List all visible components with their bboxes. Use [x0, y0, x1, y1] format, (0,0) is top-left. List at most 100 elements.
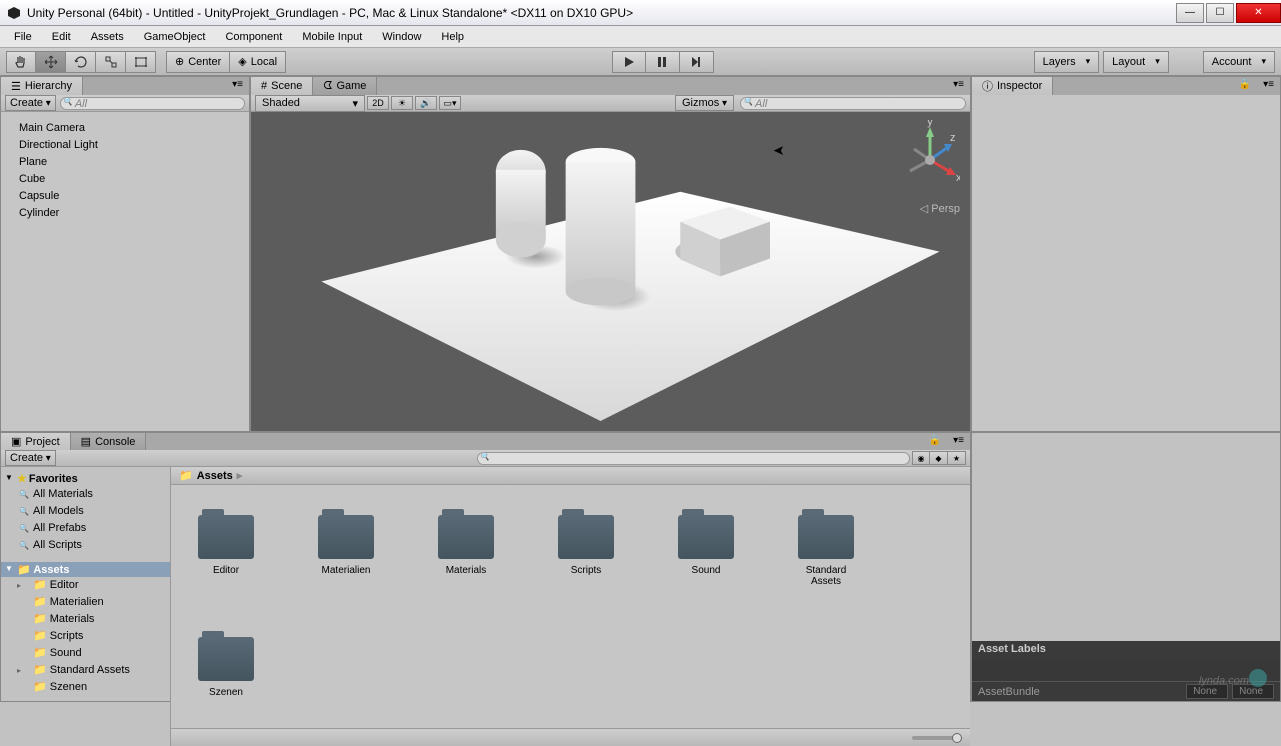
perspective-label[interactable]: ◁ Persp	[920, 202, 960, 215]
hierarchy-search[interactable]: All	[60, 97, 245, 110]
inspector-tab[interactable]: ⓘInspector	[972, 77, 1053, 95]
menu-edit[interactable]: Edit	[42, 28, 81, 46]
hierarchy-tab[interactable]: ☰Hierarchy	[1, 77, 83, 95]
assetbundle-name-dropdown[interactable]: None	[1186, 684, 1228, 699]
folder-icon: 📁	[17, 564, 31, 576]
scale-tool[interactable]	[96, 51, 126, 73]
game-tab[interactable]: ᗧGame	[313, 77, 377, 95]
menu-gameobject[interactable]: GameObject	[134, 28, 216, 46]
folder-large-icon	[678, 515, 734, 559]
window-title: Unity Personal (64bit) - Untitled - Unit…	[27, 6, 1174, 20]
asset-folder[interactable]: Szenen	[191, 637, 261, 698]
favorite-item[interactable]: All Prefabs	[1, 520, 170, 537]
cursor-icon: ➤	[773, 142, 785, 159]
project-tree[interactable]: ★Favorites All Materials All Models All …	[1, 467, 171, 746]
grid-size-slider[interactable]	[912, 736, 962, 740]
hierarchy-icon: ☰	[11, 80, 21, 93]
menu-assets[interactable]: Assets	[81, 28, 134, 46]
tree-folder[interactable]: 📁 Sound	[1, 645, 170, 662]
panel-menu-icon[interactable]: ▾≡	[947, 77, 970, 95]
project-tab[interactable]: ▣Project	[1, 433, 71, 450]
mode-2d-toggle[interactable]: 2D	[367, 96, 389, 110]
assets-root[interactable]: 📁 Assets	[1, 562, 170, 577]
menu-help[interactable]: Help	[431, 28, 474, 46]
breadcrumb[interactable]: 📁Assets ▸	[171, 467, 970, 485]
playback-controls	[612, 51, 714, 73]
scene-search[interactable]: All	[740, 97, 966, 110]
asset-folder[interactable]: Scripts	[551, 515, 621, 587]
layers-dropdown[interactable]: Layers	[1034, 51, 1100, 73]
hierarchy-list[interactable]: Main Camera Directional Light Plane Cube…	[1, 112, 249, 222]
panel-menu-icon[interactable]: ▾≡	[226, 77, 249, 95]
audio-toggle[interactable]: 🔊	[415, 96, 437, 110]
rect-tool[interactable]	[126, 51, 156, 73]
asset-folder[interactable]: Materials	[431, 515, 501, 587]
project-create-dropdown[interactable]: Create ▾	[5, 450, 56, 466]
hierarchy-item[interactable]: Directional Light	[19, 137, 249, 154]
fx-toggle[interactable]: ▭▾	[439, 96, 461, 110]
tree-folder[interactable]: 📁 Materials	[1, 611, 170, 628]
asset-folder[interactable]: Standard Assets	[791, 515, 861, 587]
hand-tool[interactable]	[6, 51, 36, 73]
folder-large-icon	[318, 515, 374, 559]
tree-folder[interactable]: 📁 Materialien	[1, 594, 170, 611]
save-search-icon[interactable]: ★	[948, 451, 966, 465]
step-button[interactable]	[680, 51, 714, 73]
asset-folder[interactable]: Sound	[671, 515, 741, 587]
scene-panel: #Scene ᗧGame ▾≡ Shaded ▾ 2D ☀ 🔊 ▭▾ Gizmo…	[250, 76, 971, 432]
menu-window[interactable]: Window	[372, 28, 431, 46]
assetbundle-variant-dropdown[interactable]: None	[1232, 684, 1274, 699]
pivot-center-button[interactable]: ⊕Center	[166, 51, 230, 73]
lock-icon[interactable]: 🔒	[923, 433, 947, 450]
scene-icon: #	[261, 80, 267, 92]
filter-icon[interactable]: ◉	[912, 451, 930, 465]
lock-icon[interactable]: 🔒	[1233, 77, 1257, 95]
tree-folder[interactable]: 📁 Scripts	[1, 628, 170, 645]
hierarchy-item[interactable]: Main Camera	[19, 120, 249, 137]
hierarchy-create-dropdown[interactable]: Create ▾	[5, 95, 56, 111]
gizmos-dropdown[interactable]: Gizmos ▾	[675, 95, 734, 111]
play-button[interactable]	[612, 51, 646, 73]
menu-file[interactable]: File	[4, 28, 42, 46]
assetbundle-bar: AssetBundle None None	[972, 681, 1280, 701]
minimize-button[interactable]: —	[1176, 3, 1204, 23]
tree-folder[interactable]: 📁 Editor	[1, 577, 170, 594]
tree-folder[interactable]: 📁 Standard Assets	[1, 662, 170, 679]
panel-menu-icon[interactable]: ▾≡	[1257, 77, 1280, 95]
favorites-header[interactable]: ★Favorites	[1, 471, 170, 486]
pause-button[interactable]	[646, 51, 680, 73]
pivot-local-button[interactable]: ◈Local	[230, 51, 286, 73]
menu-component[interactable]: Component	[215, 28, 292, 46]
menubar: File Edit Assets GameObject Component Mo…	[0, 26, 1281, 48]
maximize-button[interactable]: ☐	[1206, 3, 1234, 23]
scene-viewport[interactable]: y x z ◁ Persp ➤	[251, 112, 970, 431]
favorite-item[interactable]: All Scripts	[1, 537, 170, 554]
asset-labels-header[interactable]: Asset Labels	[972, 641, 1280, 659]
asset-folder[interactable]: Materialien	[311, 515, 381, 587]
lighting-toggle[interactable]: ☀	[391, 96, 413, 110]
hierarchy-item[interactable]: Cube	[19, 171, 249, 188]
move-tool[interactable]	[36, 51, 66, 73]
menu-mobile-input[interactable]: Mobile Input	[292, 28, 372, 46]
favorite-item[interactable]: All Materials	[1, 486, 170, 503]
scene-tab[interactable]: #Scene	[251, 77, 313, 95]
rotate-tool[interactable]	[66, 51, 96, 73]
console-tab[interactable]: ▤Console	[71, 433, 147, 450]
account-dropdown[interactable]: Account	[1203, 51, 1275, 73]
asset-folder[interactable]: Editor	[191, 515, 261, 587]
asset-grid[interactable]: Editor Materialien Materials Scripts Sou…	[171, 485, 970, 728]
hierarchy-item[interactable]: Capsule	[19, 188, 249, 205]
folder-large-icon	[198, 637, 254, 681]
filter-type-icon[interactable]: ◆	[930, 451, 948, 465]
hierarchy-item[interactable]: Cylinder	[19, 205, 249, 222]
favorite-item[interactable]: All Models	[1, 503, 170, 520]
project-search[interactable]	[477, 452, 910, 465]
close-button[interactable]: ✕	[1236, 3, 1281, 23]
shading-mode-dropdown[interactable]: Shaded ▾	[255, 95, 365, 112]
layout-dropdown[interactable]: Layout	[1103, 51, 1169, 73]
console-icon: ▤	[81, 435, 91, 448]
hierarchy-item[interactable]: Plane	[19, 154, 249, 171]
orientation-gizmo[interactable]: y x z	[900, 120, 960, 200]
tree-folder[interactable]: 📁 Szenen	[1, 679, 170, 696]
panel-menu-icon[interactable]: ▾≡	[947, 433, 970, 450]
